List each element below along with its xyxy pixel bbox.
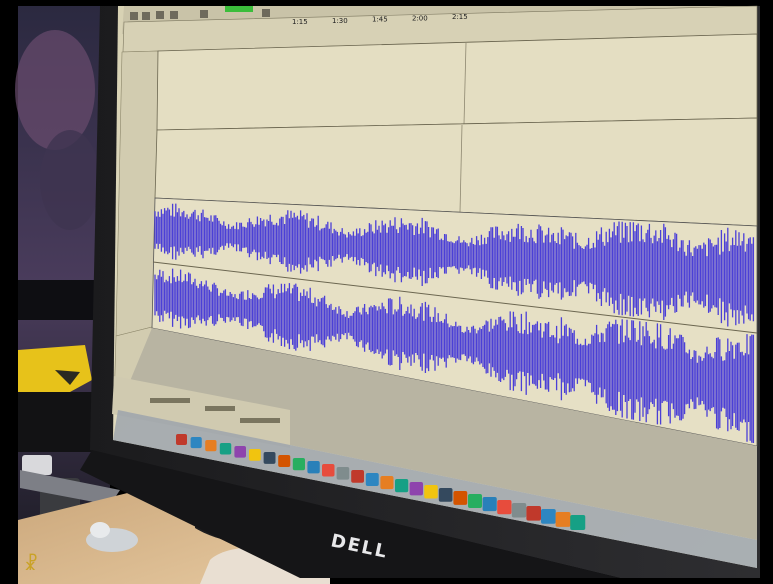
dock-app-icon <box>307 461 320 474</box>
dock-app-icon <box>205 440 217 452</box>
dock-app-icon <box>322 464 335 477</box>
timeline-tick-label: 2:15 <box>452 13 468 21</box>
dock-app-icon <box>555 512 571 527</box>
timeline-tick-label: 1:30 <box>332 17 348 25</box>
timeline-tick-label: 1:45 <box>372 16 388 24</box>
dock-app-icon <box>541 509 556 524</box>
dock-app-icon <box>570 515 586 531</box>
dock-app-icon <box>526 506 541 521</box>
watermark-glyph: ☧ <box>24 553 38 575</box>
dock-app-icon <box>438 488 453 502</box>
dock-app-icon <box>249 449 261 461</box>
dock-app-icon <box>497 500 512 515</box>
dock-app-icon <box>365 473 379 486</box>
dock-app-icon <box>336 467 350 480</box>
dock-app-icon <box>395 479 409 493</box>
dock-app-icon <box>234 446 246 458</box>
dock-app-icon <box>482 497 497 512</box>
dock-app-icon <box>190 437 202 449</box>
dock-app-icon <box>351 470 364 483</box>
dock-app-icon <box>278 455 291 468</box>
dock-app-icon <box>468 494 482 508</box>
dock-app-icon <box>292 458 305 471</box>
dock-app-icon <box>453 491 468 505</box>
dock-app-icon <box>409 482 423 496</box>
photo-scene: 1:15 1:30 1:45 2:00 2:15 DELL ☧ <box>0 0 773 584</box>
timeline-tick-label: 1:15 <box>292 18 308 26</box>
dock-app-icon <box>511 503 527 518</box>
timeline-tick-label: 2:00 <box>412 14 428 22</box>
dock-app-icon <box>380 476 394 490</box>
dock-app-icon <box>219 443 232 455</box>
dock-app-icon <box>176 434 187 445</box>
dock-app-icon <box>424 485 438 499</box>
dock-app-icon <box>263 452 276 464</box>
